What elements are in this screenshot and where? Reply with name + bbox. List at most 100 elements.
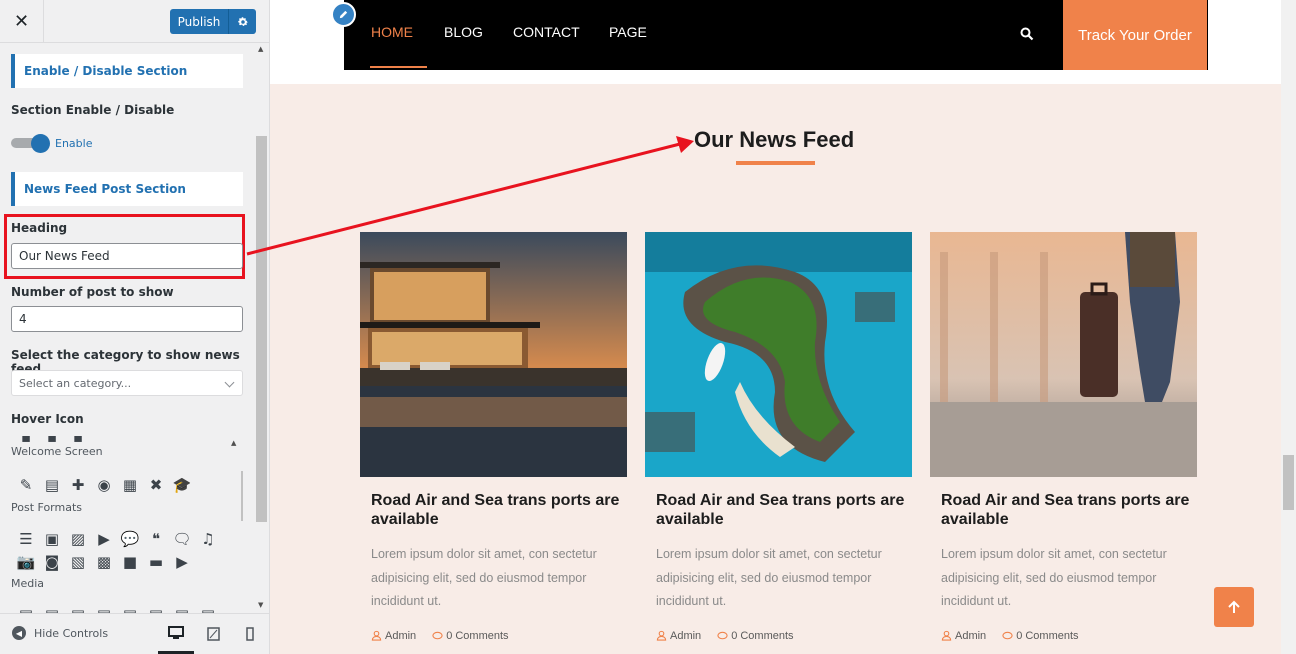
site-preview: HOME BLOG CONTACT PAGE Track Your Order … xyxy=(270,0,1296,654)
gallery-icon[interactable]: ▩ xyxy=(93,551,115,573)
post-count-input[interactable]: 4 xyxy=(11,306,243,332)
preview-desktop-button[interactable] xyxy=(158,614,194,654)
back-to-top-button[interactable] xyxy=(1214,587,1254,627)
card-comments[interactable]: 0 Comments xyxy=(432,629,509,642)
gear-icon xyxy=(237,16,248,26)
panel-scrollbar[interactable] xyxy=(256,136,267,522)
media-default-icon[interactable]: ▤ xyxy=(93,604,115,613)
customizer-sidebar: ✕ Publish ▲ Enable / Disable Section Sec… xyxy=(0,0,270,654)
close-customizer-button[interactable]: ✕ xyxy=(0,0,44,43)
format-status-icon[interactable]: 💬 xyxy=(119,528,141,550)
format-standard-icon[interactable]: ☰ xyxy=(15,528,37,550)
plus-icon[interactable]: ✚ xyxy=(67,474,89,496)
tablet-icon xyxy=(206,627,220,641)
publish-settings-button[interactable] xyxy=(228,9,256,34)
preview-scrollbar-thumb[interactable] xyxy=(1283,455,1294,510)
format-gallery-icon[interactable]: ▨ xyxy=(67,528,89,550)
section-enable-toggle[interactable] xyxy=(11,134,51,153)
main-navigation: HOME BLOG CONTACT PAGE Track Your Order xyxy=(344,0,1208,70)
card-author[interactable]: Admin xyxy=(941,630,986,642)
comment-icon xyxy=(1002,631,1013,639)
play-icon[interactable]: ▶ xyxy=(171,551,193,573)
collapse-icon: ◀ xyxy=(12,626,26,640)
media-audio-icon[interactable]: ▤ xyxy=(41,604,63,613)
hide-controls-button[interactable]: ◀ Hide Controls xyxy=(12,626,108,640)
news-feed-section-heading: News Feed Post Section xyxy=(11,172,243,206)
camera-icon[interactable]: 📷 xyxy=(15,551,37,573)
format-video-icon[interactable]: ▶ xyxy=(93,528,115,550)
edit-shortcut-button[interactable] xyxy=(331,2,356,27)
view-site-icon[interactable]: ◉ xyxy=(93,474,115,496)
mobile-icon xyxy=(246,627,254,641)
preview-scrollbar[interactable] xyxy=(1281,0,1296,654)
card-title[interactable]: Road Air and Sea trans ports are availab… xyxy=(645,491,913,529)
format-image-icon[interactable]: ▣ xyxy=(41,528,63,550)
card-meta: Admin 0 Comments xyxy=(360,630,628,642)
news-card[interactable]: Road Air and Sea trans ports are availab… xyxy=(360,232,628,642)
media-spreadsheet-icon[interactable]: ▤ xyxy=(171,604,193,613)
images-icon[interactable]: ▧ xyxy=(67,551,89,573)
enable-section-heading: Enable / Disable Section xyxy=(11,54,243,88)
preview-tablet-button[interactable] xyxy=(195,614,231,654)
arrow-up-icon xyxy=(1228,600,1240,613)
nav-contact[interactable]: CONTACT xyxy=(513,24,580,40)
news-card[interactable]: Road Air and Sea trans ports are availab… xyxy=(645,232,913,642)
toggle-knob xyxy=(31,134,50,153)
media-code-icon[interactable]: ▤ xyxy=(67,604,89,613)
card-comments-count: 0 Comments xyxy=(446,629,509,642)
card-comments[interactable]: 0 Comments xyxy=(717,629,794,642)
category-select[interactable]: Select an category... xyxy=(11,370,243,396)
card-comments-count: 0 Comments xyxy=(731,629,794,642)
widgets-icon[interactable]: ▦ xyxy=(119,474,141,496)
card-author-name: Admin xyxy=(385,629,417,642)
add-page-icon[interactable]: ▤ xyxy=(41,474,63,496)
media-interactive-icon[interactable]: ▤ xyxy=(145,604,167,613)
comment-icon xyxy=(717,631,728,639)
format-audio-icon[interactable]: ♫ xyxy=(197,528,219,550)
panel-scroll-up-icon[interactable]: ▲ xyxy=(258,45,263,53)
section-enable-label: Section Enable / Disable xyxy=(11,103,175,117)
card-comments[interactable]: 0 Comments xyxy=(1002,630,1079,642)
icon-row-post-formats-1: ☰ ▣ ▨ ▶ 💬 ❝ 🗨 ♫ xyxy=(15,528,219,550)
nav-home[interactable]: HOME xyxy=(371,24,413,40)
edit-page-icon[interactable]: ✎ xyxy=(15,474,37,496)
publish-button[interactable]: Publish xyxy=(170,9,228,34)
card-title[interactable]: Road Air and Sea trans ports are availab… xyxy=(930,491,1198,529)
camera-alt-icon[interactable]: ◙ xyxy=(41,551,63,573)
icon-category-post-formats: Post Formats xyxy=(11,501,83,514)
media-archive-icon[interactable]: ▤ xyxy=(15,604,37,613)
search-icon xyxy=(1020,27,1034,41)
media-text-icon[interactable]: ▤ xyxy=(197,604,219,613)
card-author[interactable]: Admin xyxy=(371,630,416,642)
preview-mobile-button[interactable] xyxy=(232,614,268,654)
track-order-button[interactable]: Track Your Order xyxy=(1063,0,1207,70)
news-card[interactable]: Road Air and Sea trans ports are availab… xyxy=(930,232,1198,642)
icon-picker-scrollbar[interactable] xyxy=(241,471,243,521)
video-camera-icon[interactable]: ■ xyxy=(119,551,141,573)
hide-controls-label: Hide Controls xyxy=(34,626,109,640)
nav-page[interactable]: PAGE xyxy=(609,24,647,40)
icon-row-welcome: ✎ ▤ ✚ ◉ ▦ ✖ 🎓 xyxy=(15,474,193,496)
format-quote-icon[interactable]: ❝ xyxy=(145,528,167,550)
heading-label: Heading xyxy=(11,221,68,235)
icon-category-media: Media xyxy=(11,577,45,590)
icon-scroll-up-icon[interactable]: ▲ xyxy=(231,439,236,447)
card-author[interactable]: Admin xyxy=(656,630,701,642)
desktop-icon xyxy=(168,625,184,639)
nav-blog[interactable]: BLOG xyxy=(444,24,483,40)
comments-off-icon[interactable]: ✖ xyxy=(145,474,167,496)
video-icon[interactable]: ▬ xyxy=(145,551,167,573)
heading-input[interactable]: Our News Feed xyxy=(11,243,243,269)
panel-scroll-down-icon[interactable]: ▼ xyxy=(258,601,263,609)
category-select-value: Select an category... xyxy=(19,376,132,390)
heading-underline xyxy=(736,161,815,165)
search-button[interactable] xyxy=(1020,26,1038,44)
customizer-footer: ◀ Hide Controls xyxy=(0,613,269,654)
card-title[interactable]: Road Air and Sea trans ports are availab… xyxy=(360,491,628,529)
learn-more-icon[interactable]: 🎓 xyxy=(171,474,193,496)
format-chat-icon[interactable]: 🗨 xyxy=(171,528,193,550)
media-document-icon[interactable]: ▤ xyxy=(119,604,141,613)
comment-icon xyxy=(432,631,443,639)
card-meta: Admin 0 Comments xyxy=(930,630,1198,642)
card-excerpt: Lorem ipsum dolor sit amet, con sectetur… xyxy=(656,547,882,608)
